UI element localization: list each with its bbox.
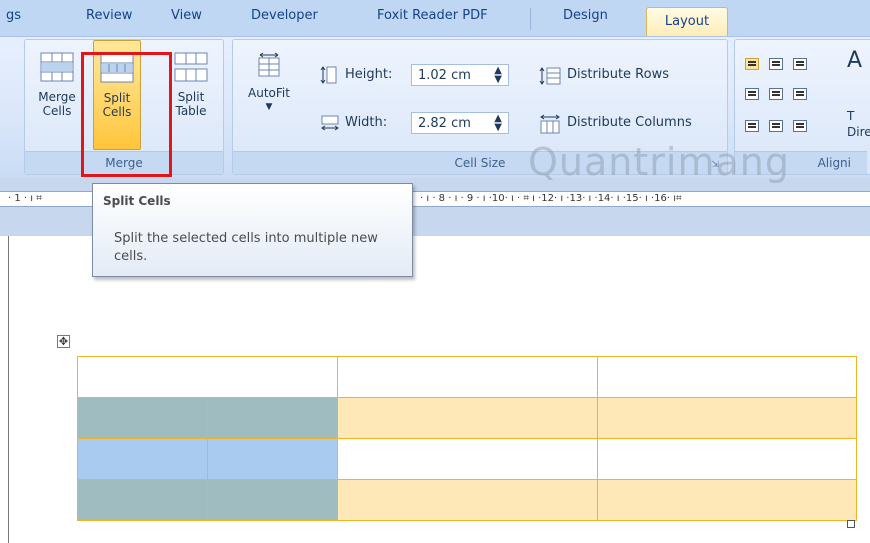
autofit-button[interactable]: AutoFit ▼ (239, 46, 299, 142)
table-row (77, 397, 857, 439)
text-direction-label[interactable]: T Dire (847, 108, 870, 140)
ruler-right-marks: · ı · 8 · ı · 9 · ı ·10· ı · ⌗ ı ·12· ı … (420, 193, 682, 204)
table-cell-selected[interactable] (207, 479, 338, 521)
split-table-button[interactable]: Split Table (167, 46, 215, 142)
table-cell-selected[interactable] (77, 438, 208, 480)
table-cell[interactable] (597, 438, 857, 480)
ribbon-tab-bar: gs Review View Developer Foxit Reader PD… (0, 0, 870, 37)
spin-arrows-icon[interactable]: ▲ ▼ (494, 114, 502, 133)
width-value: 2.82 cm (418, 116, 471, 131)
table-cell-selected[interactable] (207, 397, 338, 439)
align-center-right-icon[interactable] (793, 88, 807, 100)
tab-design[interactable]: Design (563, 8, 608, 23)
merge-cells-button[interactable]: Merge Cells (33, 46, 81, 142)
table-cell[interactable] (597, 397, 857, 439)
align-bottom-right-icon[interactable] (793, 120, 807, 132)
table-cell-selected[interactable] (77, 479, 208, 521)
table-cell[interactable] (337, 479, 598, 521)
table-resize-handle[interactable] (847, 520, 855, 528)
align-bottom-center-icon[interactable] (769, 120, 783, 132)
table-cell[interactable] (337, 356, 598, 398)
split-table-label: Split Table (175, 90, 207, 118)
distribute-rows-button[interactable]: Distribute Rows (567, 67, 669, 82)
align-center-left-icon[interactable] (745, 88, 759, 100)
split-table-icon (174, 52, 208, 82)
table-row (77, 438, 857, 480)
width-spinner[interactable]: 2.82 cm ▲ ▼ (411, 112, 509, 134)
align-center-icon[interactable] (769, 88, 783, 100)
autofit-label: AutoFit (248, 86, 290, 100)
table-move-handle-icon[interactable]: ✥ (57, 335, 70, 348)
split-cells-tooltip: Split Cells Split the selected cells int… (92, 183, 413, 277)
align-top-center-icon[interactable] (769, 58, 783, 70)
height-label: Height: (345, 67, 393, 82)
autofit-dropdown-arrow-icon: ▼ (265, 102, 273, 112)
distribute-rows-icon (539, 67, 561, 85)
tab-developer[interactable]: Developer (251, 8, 318, 23)
column-width-icon (321, 115, 339, 131)
tab-mailings[interactable]: gs (6, 8, 21, 23)
spin-arrows-icon[interactable]: ▲ ▼ (494, 66, 502, 85)
distribute-columns-button[interactable]: Distribute Columns (567, 115, 692, 130)
watermark: Quantrimang (528, 140, 790, 184)
text-direction-icon[interactable]: A (847, 48, 862, 73)
table-cell[interactable] (77, 356, 338, 398)
document-table[interactable] (77, 356, 857, 521)
distribute-columns-icon (540, 114, 560, 134)
align-bottom-left-icon[interactable] (745, 120, 759, 132)
split-cells-highlight (81, 52, 172, 177)
align-top-left-icon[interactable] (745, 58, 759, 70)
height-spinner[interactable]: 1.02 cm ▲ ▼ (411, 64, 509, 86)
row-height-icon (320, 66, 337, 84)
table-cell[interactable] (597, 479, 857, 521)
tab-view[interactable]: View (171, 8, 202, 23)
table-row (77, 479, 857, 521)
merge-cells-label: Merge Cells (38, 90, 76, 118)
tooltip-title: Split Cells (103, 194, 171, 208)
table-cell-selected[interactable] (77, 397, 208, 439)
table-cell[interactable] (337, 438, 598, 480)
tab-review[interactable]: Review (86, 8, 132, 23)
height-value: 1.02 cm (418, 68, 471, 83)
table-cell[interactable] (337, 397, 598, 439)
tab-layout[interactable]: Layout (646, 7, 728, 37)
table-cell-selected[interactable] (207, 438, 338, 480)
tooltip-description: Split the selected cells into multiple n… (114, 231, 378, 264)
tab-separator (530, 8, 531, 30)
table-cell[interactable] (597, 356, 857, 398)
tab-foxit-reader-pdf[interactable]: Foxit Reader PDF (377, 8, 488, 23)
align-top-right-icon[interactable] (793, 58, 807, 70)
width-label: Width: (345, 115, 388, 130)
table-row (77, 356, 857, 398)
ruler-left-marks: · 1 · ı ⌗ (8, 193, 42, 204)
autofit-icon (258, 52, 280, 77)
merge-cells-icon (40, 52, 74, 82)
